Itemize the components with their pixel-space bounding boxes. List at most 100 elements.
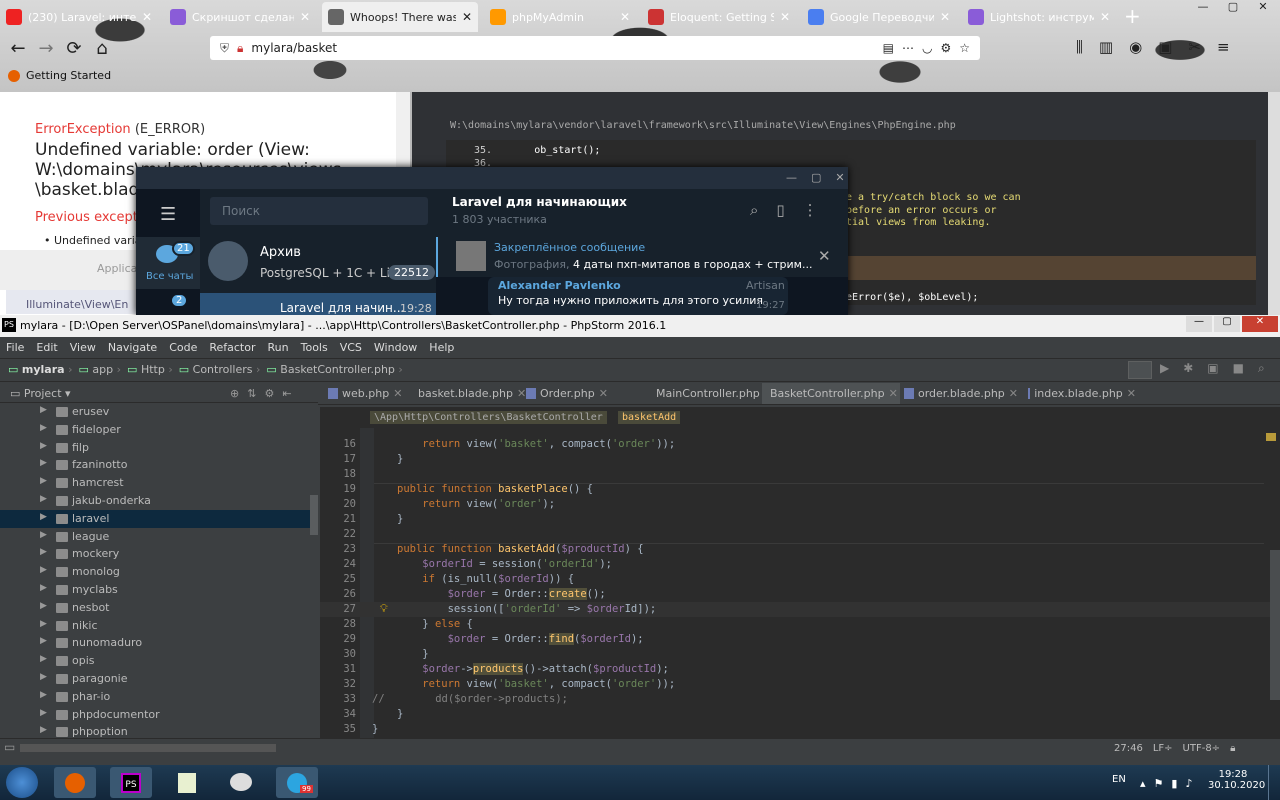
menu-item[interactable]: Edit xyxy=(36,341,57,354)
ps-minimize-button[interactable]: — xyxy=(1186,316,1212,332)
expand-arrow-icon[interactable]: ▶ xyxy=(40,725,47,735)
tree-item[interactable]: ▶ opis xyxy=(0,652,318,670)
reload-button[interactable]: ⟳ xyxy=(62,36,86,60)
bookmark-getting-started[interactable]: Getting Started xyxy=(8,69,111,82)
coverage-icon[interactable]: ▣ xyxy=(1207,361,1218,376)
tree-item[interactable]: ▶ monolog xyxy=(0,563,318,581)
close-tab-icon[interactable]: ✕ xyxy=(599,387,608,400)
expand-arrow-icon[interactable]: ▶ xyxy=(40,601,47,611)
close-tab-icon[interactable]: ✕ xyxy=(142,10,152,24)
telegram-taskbar-icon[interactable]: 99 xyxy=(276,767,318,798)
tg-close-button[interactable]: ✕ xyxy=(835,171,844,184)
warning-marker[interactable] xyxy=(1266,433,1276,441)
breadcrumb-item[interactable]: ▭ Http › xyxy=(127,363,173,376)
close-tab-icon[interactable]: ✕ xyxy=(940,10,950,24)
tree-item[interactable]: ▶ mockery xyxy=(0,545,318,563)
close-tab-icon[interactable]: ✕ xyxy=(1009,387,1018,400)
breadcrumb-item[interactable]: ▭ Controllers › xyxy=(179,363,261,376)
menu-item[interactable]: Refactor xyxy=(209,341,255,354)
expand-arrow-icon[interactable]: ▶ xyxy=(40,636,47,646)
expand-arrow-icon[interactable]: ▶ xyxy=(40,672,47,682)
menu-item[interactable]: Code xyxy=(169,341,197,354)
expand-arrow-icon[interactable]: ▶ xyxy=(40,423,47,433)
paint-taskbar-icon[interactable] xyxy=(220,767,262,798)
hide-icon[interactable]: ⇤ xyxy=(282,387,291,400)
lightbulb-icon[interactable]: 💡︎ xyxy=(380,602,388,616)
lock-icon[interactable]: 🔒︎ xyxy=(1230,743,1235,754)
tree-item[interactable]: ▶ league xyxy=(0,528,318,546)
expand-arrow-icon[interactable]: ▶ xyxy=(40,405,47,415)
editor-tab[interactable]: Order.php ✕ xyxy=(522,383,648,404)
ps-close-button[interactable]: ✕ xyxy=(1242,316,1278,332)
container-icon[interactable]: ▣ xyxy=(1158,38,1172,56)
tray-flag-icon[interactable]: ⚑ xyxy=(1154,777,1164,790)
more-vertical-icon[interactable]: ⋮ xyxy=(803,201,818,219)
forward-button[interactable]: → xyxy=(34,36,58,60)
reader-icon[interactable]: ▤ xyxy=(883,41,894,55)
tree-item[interactable]: ▶ phar-io xyxy=(0,688,318,706)
folder-all-chats[interactable]: 21 Все чаты xyxy=(136,237,200,289)
expand-arrow-icon[interactable]: ▶ xyxy=(40,565,47,575)
run-icon[interactable]: ▶ xyxy=(1160,361,1169,376)
pocket-icon[interactable]: ◡ xyxy=(922,41,932,55)
close-tab-icon[interactable]: ✕ xyxy=(620,10,630,24)
tray-expand-icon[interactable]: ▴ xyxy=(1140,777,1146,790)
run-config-dropdown[interactable] xyxy=(1128,361,1152,379)
shield-icon[interactable]: ⛨ xyxy=(220,41,229,56)
close-tab-icon[interactable]: ✕ xyxy=(1100,10,1110,24)
network-icon[interactable]: ▮ xyxy=(1171,777,1177,790)
cursor-position[interactable]: 27:46 xyxy=(1114,743,1143,754)
close-tab-icon[interactable]: ✕ xyxy=(300,10,310,24)
class-crumb[interactable]: \App\Http\Controllers\BasketController xyxy=(370,411,607,424)
expand-arrow-icon[interactable]: ▶ xyxy=(40,547,47,557)
clock[interactable]: 19:28 30.10.2020 xyxy=(1208,769,1265,791)
browser-tab[interactable]: Whoops! There was an err ✕ xyxy=(322,2,478,32)
close-tab-icon[interactable]: ✕ xyxy=(462,10,472,24)
back-button[interactable]: ← xyxy=(6,36,30,60)
menu-icon[interactable]: ≡ xyxy=(1217,38,1230,56)
tree-item[interactable]: ▶ paragonie xyxy=(0,670,318,688)
tree-item[interactable]: ▶ filp xyxy=(0,439,318,457)
hamburger-menu-icon[interactable]: ☰ xyxy=(160,204,176,225)
tree-item[interactable]: ▶ fideloper xyxy=(0,421,318,439)
close-tab-icon[interactable]: ✕ xyxy=(1127,387,1136,400)
line-ending[interactable]: LF÷ xyxy=(1153,743,1173,754)
expand-arrow-icon[interactable]: ▶ xyxy=(40,530,47,540)
language-indicator[interactable]: EN xyxy=(1112,774,1126,785)
browser-tab[interactable]: Eloquent: Getting Star ✕ xyxy=(642,2,796,32)
sync-icon[interactable]: ⊕ xyxy=(230,387,239,400)
search-icon[interactable]: ⌕ xyxy=(750,201,758,219)
tool-window-toggle-icon[interactable]: ▭ xyxy=(4,740,15,754)
code-scrollbar[interactable] xyxy=(1268,92,1280,315)
tree-item[interactable]: ▶ phpdocumentor xyxy=(0,706,318,724)
exception-bullet[interactable]: • Undefined variab xyxy=(44,234,148,247)
firefox-taskbar-icon[interactable] xyxy=(54,767,96,798)
search-everywhere-icon[interactable]: ⌕ xyxy=(1258,361,1265,376)
tree-item[interactable]: ▶ hamcrest xyxy=(0,474,318,492)
tg-minimize-button[interactable]: — xyxy=(786,171,797,184)
expand-arrow-icon[interactable]: ▶ xyxy=(40,619,47,629)
tree-item[interactable]: ▶ nunomaduro xyxy=(0,634,318,652)
tree-item[interactable]: ▶ laravel xyxy=(0,509,318,528)
stop-icon[interactable]: ■ xyxy=(1233,361,1244,376)
browser-tab[interactable]: phpMyAdmin ✕ xyxy=(484,2,636,32)
menu-item[interactable]: File xyxy=(6,341,24,354)
editor-scrollbar[interactable] xyxy=(1270,550,1280,700)
menu-item[interactable]: Tools xyxy=(301,341,328,354)
phpstorm-taskbar-icon[interactable]: PS xyxy=(110,767,152,798)
url-text[interactable]: mylara/basket xyxy=(251,41,337,55)
expand-arrow-icon[interactable]: ▶ xyxy=(40,458,47,468)
menu-item[interactable]: Run xyxy=(268,341,289,354)
tree-scrollbar[interactable] xyxy=(310,495,318,535)
minimize-button[interactable]: — xyxy=(1188,0,1218,13)
notepad-taskbar-icon[interactable] xyxy=(166,767,208,798)
sidebar-icon[interactable]: ▥ xyxy=(1099,38,1113,56)
browser-tab[interactable]: Google Переводчик ✕ xyxy=(802,2,956,32)
file-encoding[interactable]: UTF-8÷ xyxy=(1183,743,1221,754)
collapse-icon[interactable]: ⇅ xyxy=(247,387,256,400)
expand-arrow-icon[interactable]: ▶ xyxy=(40,441,47,451)
chat-laravel[interactable]: Laravel для начин... 19:28 xyxy=(200,293,436,315)
home-icon[interactable]: ⌂ xyxy=(90,36,114,60)
tree-item[interactable]: ▶ jakub-onderka xyxy=(0,492,318,510)
menu-item[interactable]: VCS xyxy=(340,341,362,354)
